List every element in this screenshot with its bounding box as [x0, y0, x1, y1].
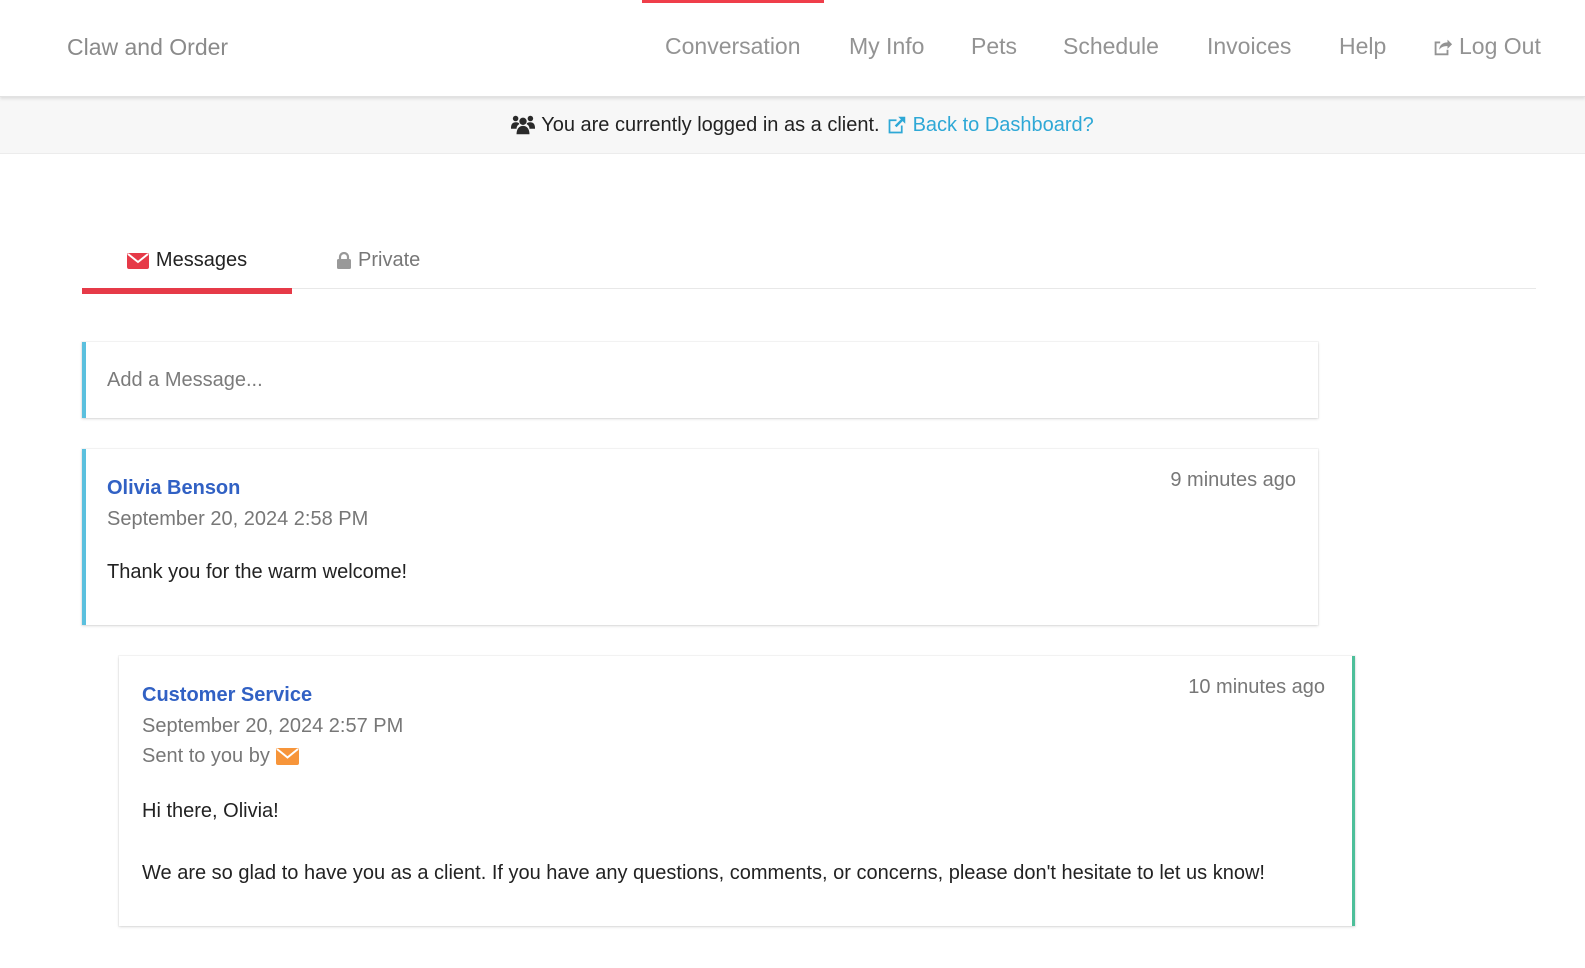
nav-item-pets[interactable]: Pets — [971, 33, 1017, 60]
envelope-icon — [126, 252, 156, 269]
message-input[interactable] — [107, 368, 1318, 392]
message-relative-time: 9 minutes ago — [1170, 469, 1296, 491]
nav-item-my-info[interactable]: My Info — [849, 33, 924, 60]
sent-by-label: Sent to you by — [142, 745, 270, 767]
nav-item-help[interactable]: Help — [1339, 33, 1386, 60]
nav-item-log-out[interactable]: Log Out — [1431, 33, 1541, 60]
nav-item-invoices[interactable]: Invoices — [1207, 33, 1291, 60]
message-date: September 20, 2024 2:57 PM — [142, 715, 404, 737]
back-to-dashboard-link[interactable]: Back to Dashboard? — [886, 114, 1094, 137]
alert-text: You are currently logged in as a client. — [541, 113, 880, 136]
message-sent-by: Sent to you by — [142, 745, 299, 768]
tab-messages-label: Messages — [155, 249, 248, 271]
brand-logo-link[interactable]: Claw and Order — [67, 34, 228, 61]
lock-icon — [337, 252, 358, 269]
message-date: September 20, 2024 2:58 PM — [107, 508, 369, 530]
nav-item-schedule[interactable]: Schedule — [1063, 33, 1159, 60]
back-to-dashboard-label: Back to Dashboard? — [912, 113, 1094, 136]
message-author-link[interactable]: Customer Service — [142, 684, 312, 707]
message-tabs: Messages Private — [82, 232, 1536, 294]
external-link-icon — [886, 115, 913, 136]
message-body-line: Hi there, Olivia! — [142, 800, 279, 822]
message-body: Thank you for the warm welcome! — [107, 561, 408, 583]
message-card: Olivia Benson September 20, 2024 2:58 PM… — [82, 449, 1318, 625]
log-out-label: Log Out — [1459, 33, 1541, 59]
envelope-icon — [270, 748, 299, 765]
message-card: Customer Service September 20, 2024 2:57… — [119, 656, 1355, 926]
tab-private[interactable]: Private — [337, 232, 420, 289]
tab-private-label: Private — [358, 249, 421, 271]
users-icon — [511, 114, 536, 136]
message-relative-time: 10 minutes ago — [1188, 676, 1325, 698]
top-navbar: Claw and Order Conversation My Info Pets… — [0, 0, 1585, 97]
client-login-alert: You are currently logged in as a client.… — [0, 97, 1585, 154]
message-author-link[interactable]: Olivia Benson — [107, 477, 240, 500]
share-square-icon — [1431, 36, 1453, 58]
tab-messages[interactable]: Messages — [82, 232, 292, 294]
message-body-line: We are so glad to have you as a client. … — [142, 862, 1265, 884]
nav-item-conversation[interactable]: Conversation — [642, 0, 823, 60]
compose-message-box — [82, 342, 1318, 418]
